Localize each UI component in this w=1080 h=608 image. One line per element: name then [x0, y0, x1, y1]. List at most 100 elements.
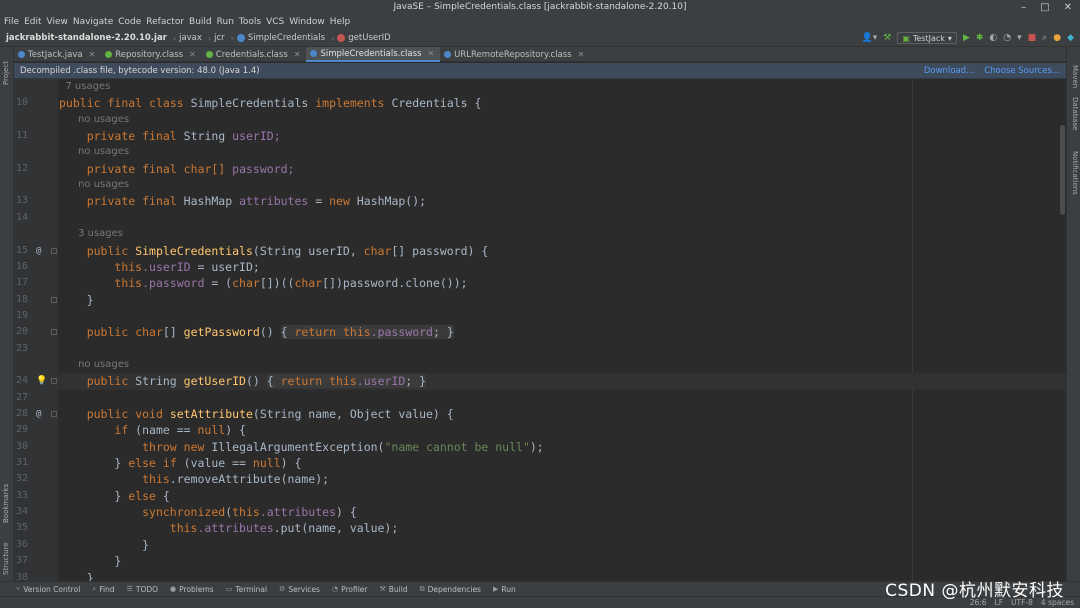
- tool-find[interactable]: ⌕ Find: [92, 585, 114, 594]
- menu-window[interactable]: Window: [288, 16, 329, 30]
- download-sources-link[interactable]: Download...: [924, 66, 974, 76]
- user-icon[interactable]: 👤▾: [862, 32, 878, 44]
- menu-vcs[interactable]: VCS: [265, 16, 288, 30]
- code-line-18[interactable]: }: [58, 292, 1066, 308]
- close-icon[interactable]: ✕: [427, 49, 434, 58]
- folded-method-body[interactable]: { return this.userID; }: [266, 374, 427, 389]
- menu-edit[interactable]: Edit: [23, 16, 45, 30]
- code-line-13[interactable]: private final HashMap attributes = new H…: [58, 193, 1066, 209]
- code-line-31[interactable]: } else if (value == null) {: [58, 455, 1066, 471]
- code-line-35[interactable]: this.attributes.put(name, value);: [58, 520, 1066, 536]
- code-line-33[interactable]: } else {: [58, 488, 1066, 504]
- tool-terminal[interactable]: ▭ Terminal: [226, 585, 267, 594]
- build-hammer-icon[interactable]: ⚒: [883, 32, 891, 44]
- code-line-37[interactable]: }: [58, 553, 1066, 569]
- breadcrumb-method[interactable]: getUserID: [337, 33, 391, 43]
- structure-tool-tab[interactable]: Structure: [2, 542, 10, 575]
- choose-sources-link[interactable]: Choose Sources...: [984, 66, 1060, 76]
- tab-credentials[interactable]: Credentials.class ✕: [202, 47, 307, 62]
- usage-hint[interactable]: no usages: [58, 357, 1066, 373]
- search-icon[interactable]: ⌕: [1042, 32, 1047, 44]
- usage-hint[interactable]: no usages: [58, 177, 1066, 193]
- breadcrumb-jcr[interactable]: jcr: [214, 33, 225, 43]
- menu-run[interactable]: Run: [216, 16, 238, 30]
- coverage-icon[interactable]: ◐: [989, 32, 997, 44]
- menu-refactor[interactable]: Refactor: [145, 16, 188, 30]
- project-tool-tab[interactable]: Project: [2, 61, 10, 85]
- fold-icon[interactable]: [51, 329, 57, 336]
- close-icon[interactable]: ✕: [294, 50, 301, 59]
- usage-hint[interactable]: no usages: [58, 144, 1066, 160]
- menu-build[interactable]: Build: [188, 16, 216, 30]
- tool-services[interactable]: ⚙ Services: [279, 585, 320, 594]
- run-icon[interactable]: ▶: [963, 32, 970, 44]
- code-line-15[interactable]: public SimpleCredentials(String userID, …: [58, 243, 1066, 259]
- code-line-10[interactable]: public final class SimpleCredentials imp…: [58, 95, 1066, 111]
- code-line-30[interactable]: throw new IllegalArgumentException("name…: [58, 439, 1066, 455]
- close-icon[interactable]: ✕: [89, 50, 96, 59]
- lightbulb-icon[interactable]: 💡: [36, 373, 47, 389]
- folded-method-body[interactable]: { return this.password; }: [280, 325, 454, 340]
- fold-icon[interactable]: [51, 411, 57, 417]
- breadcrumb-javax[interactable]: javax: [179, 33, 202, 43]
- minimize-icon[interactable]: –: [1021, 2, 1026, 13]
- code-line-28[interactable]: public void setAttribute(String name, Ob…: [58, 406, 1066, 422]
- debug-icon[interactable]: ✱: [976, 32, 984, 44]
- tool-run[interactable]: ▶ Run: [493, 585, 516, 594]
- menu-file[interactable]: File: [3, 16, 23, 30]
- line-number: 23: [16, 342, 29, 354]
- fold-icon[interactable]: [51, 296, 57, 303]
- code-line-11[interactable]: private final String userID;: [58, 128, 1066, 144]
- usage-hint[interactable]: 3 usages: [58, 226, 1066, 242]
- code-editor[interactable]: 10 11 12 13 14 15 @ 16 17 18 19 20 23 24 💡…: [14, 79, 1066, 581]
- database-tool-tab[interactable]: Database: [1071, 97, 1079, 130]
- close-window-icon[interactable]: ✕: [1064, 2, 1072, 13]
- more-run-icon[interactable]: ▾: [1017, 32, 1022, 44]
- breadcrumb-jar[interactable]: jackrabbit-standalone-2.20.10.jar: [6, 33, 167, 43]
- stop-icon[interactable]: ■: [1028, 32, 1037, 44]
- tool-todo[interactable]: ☰ TODO: [127, 585, 158, 594]
- usage-hint[interactable]: no usages: [58, 112, 1066, 128]
- tab-simplecredentials[interactable]: SimpleCredentials.class ✕: [306, 47, 441, 62]
- code-line-32[interactable]: this.removeAttribute(name);: [58, 471, 1066, 487]
- tool-version-control[interactable]: ⑂ Version Control: [16, 585, 80, 594]
- code-line-20[interactable]: public char[] getPassword() { return thi…: [58, 324, 1066, 340]
- profile-icon[interactable]: ◔: [1003, 32, 1011, 44]
- close-icon[interactable]: ✕: [189, 50, 196, 59]
- run-config-select[interactable]: ▣ TestJack ▾: [897, 32, 957, 44]
- notifications-tool-tab[interactable]: Notifications: [1071, 151, 1079, 195]
- code-line-36[interactable]: }: [58, 537, 1066, 553]
- maximize-icon[interactable]: □: [1040, 2, 1049, 13]
- code-line-34[interactable]: synchronized(this.attributes) {: [58, 504, 1066, 520]
- code-line-17[interactable]: this.password = (char[])((char[])passwor…: [58, 275, 1066, 291]
- code-line-29[interactable]: if (name == null) {: [58, 422, 1066, 438]
- tool-problems[interactable]: ● Problems: [170, 585, 214, 594]
- override-marker-icon[interactable]: @: [36, 243, 41, 259]
- maven-tool-tab[interactable]: Maven: [1071, 65, 1079, 88]
- tool-build[interactable]: ⚒ Build: [379, 585, 407, 594]
- bookmarks-tool-tab[interactable]: Bookmarks: [2, 484, 10, 523]
- code-line-24[interactable]: public String getUserID() { return this.…: [58, 373, 1066, 390]
- code-line-12[interactable]: private final char[] password;: [58, 161, 1066, 177]
- menu-help[interactable]: Help: [329, 16, 355, 30]
- menu-view[interactable]: View: [46, 16, 72, 30]
- updates-icon[interactable]: ●: [1053, 32, 1061, 44]
- usage-hint[interactable]: 7 usages: [58, 79, 1066, 95]
- code-line-16[interactable]: this.userID = userID;: [58, 259, 1066, 275]
- menu-code[interactable]: Code: [117, 16, 145, 30]
- fold-icon[interactable]: [51, 247, 57, 254]
- line-number: 15 @: [14, 243, 58, 259]
- breadcrumb-class[interactable]: SimpleCredentials: [236, 33, 325, 43]
- close-icon[interactable]: ✕: [578, 50, 585, 59]
- tab-testjack[interactable]: TestJack.java ✕: [14, 47, 101, 62]
- code-area[interactable]: 7 usages public final class SimpleCreden…: [58, 79, 1066, 581]
- tab-repository[interactable]: Repository.class ✕: [101, 47, 202, 62]
- tab-urlremoterepository[interactable]: URLRemoteRepository.class ✕: [440, 47, 590, 62]
- menu-navigate[interactable]: Navigate: [72, 16, 117, 30]
- fold-icon[interactable]: [51, 378, 57, 385]
- override-marker-icon[interactable]: @: [36, 406, 41, 422]
- menu-tools[interactable]: Tools: [238, 16, 265, 30]
- tool-dependencies[interactable]: ⧉ Dependencies: [420, 585, 481, 594]
- tool-profiler[interactable]: ◔ Profiler: [332, 585, 368, 594]
- ide-logo-icon[interactable]: ◆: [1067, 32, 1074, 44]
